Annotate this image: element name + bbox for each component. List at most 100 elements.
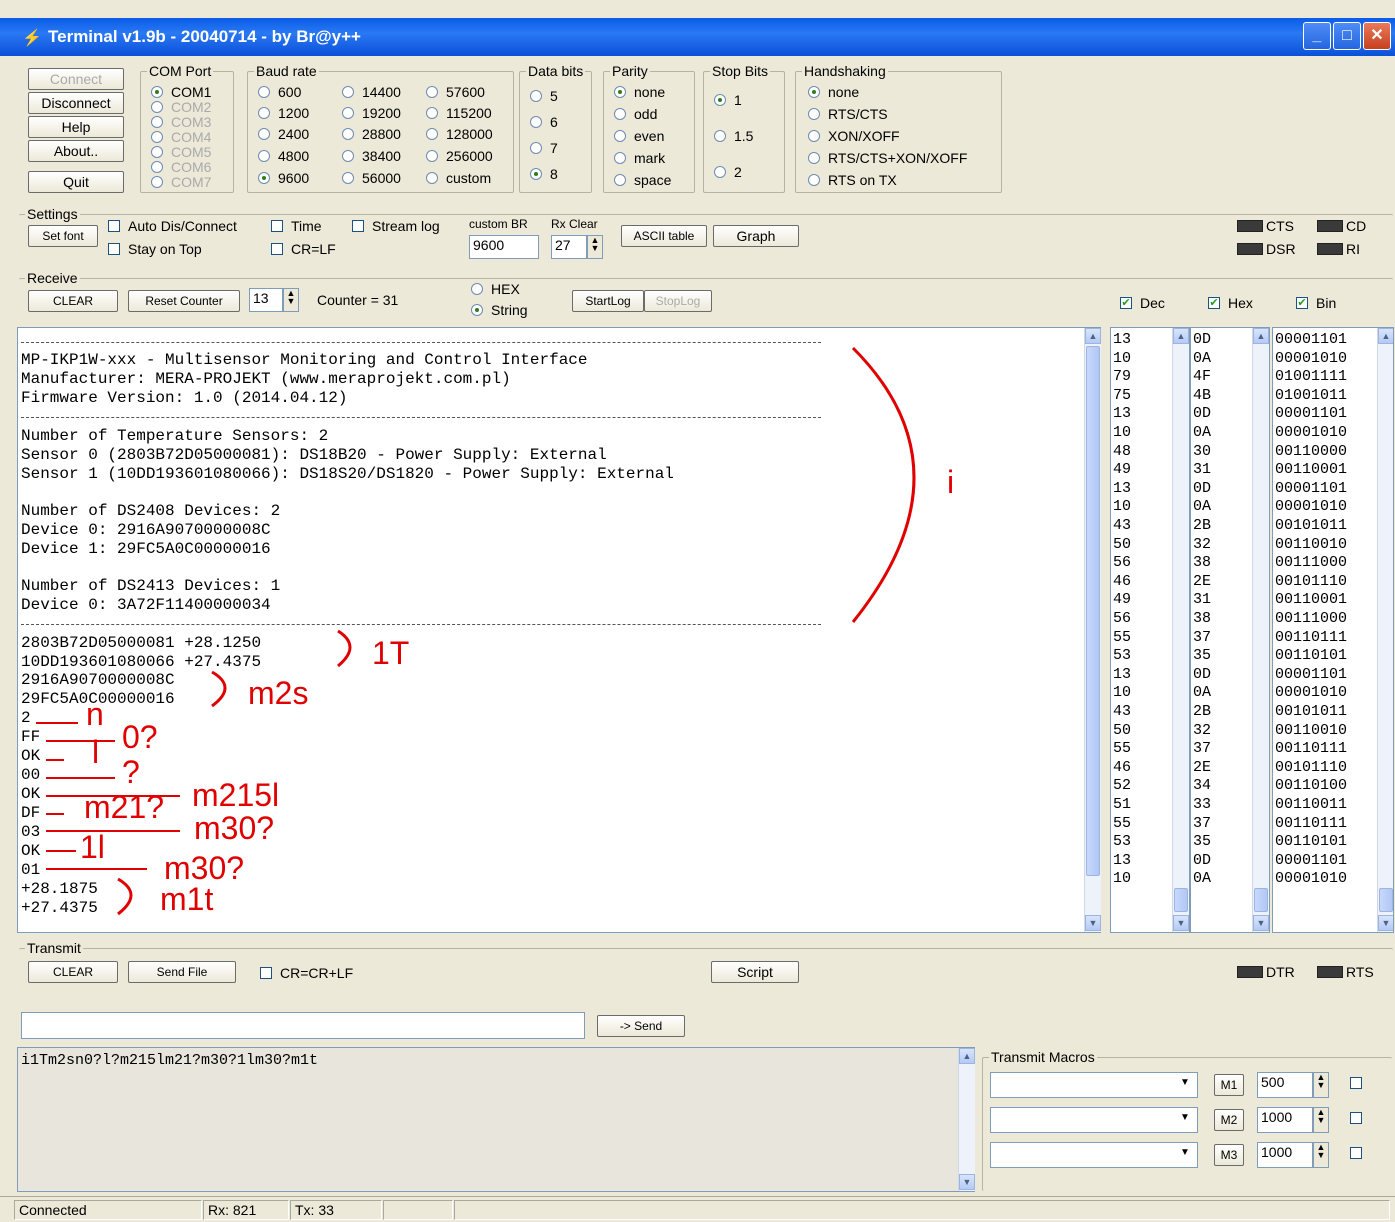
dec-column[interactable]: 13 10 79 75 13 10 48 49 13 10 43 50 56 46 49 56 55 53 13 10… — [1110, 327, 1190, 933]
bin-value: 00110010 — [1275, 721, 1348, 739]
dec-value: 51 — [1113, 796, 1132, 813]
script-button[interactable]: Script — [711, 961, 799, 983]
m2-interval-spinner[interactable]: ▲ ▼ — [1313, 1107, 1329, 1133]
scroll-down-icon[interactable]: ▼ — [1253, 915, 1269, 931]
dec-value: 43 — [1113, 703, 1132, 720]
macro-1-select[interactable] — [990, 1072, 1198, 1098]
annotation-m21q: m21? — [84, 789, 165, 825]
scroll-up-icon[interactable]: ▲ — [1378, 328, 1393, 344]
chevron-down-icon[interactable]: ▼ — [1180, 1112, 1190, 1123]
hex-value: 0A — [1193, 684, 1212, 702]
terminal-window: ⚡ Terminal v1.9b - 20040714 - by Br@y++ … — [0, 0, 1395, 1222]
dec-value: 49 — [1113, 461, 1132, 479]
m1-repeat-checkbox[interactable] — [1350, 1077, 1370, 1089]
hex-value: 0A — [1193, 498, 1212, 516]
bin-value: 00001010 — [1275, 424, 1348, 441]
dec-value: 46 — [1113, 572, 1132, 590]
dec-value: 10 — [1113, 424, 1132, 441]
scroll-thumb[interactable] — [1174, 888, 1188, 912]
bin-value: 00110001 — [1275, 591, 1348, 609]
scroll-thumb[interactable] — [1379, 888, 1393, 912]
hex-value: 0D — [1193, 479, 1212, 497]
dec-value: 43 — [1113, 517, 1132, 534]
annotation-1t: 1T — [372, 635, 410, 671]
scroll-up-icon[interactable]: ▲ — [959, 1048, 975, 1064]
scroll-down-icon[interactable]: ▼ — [1173, 915, 1189, 931]
macro-3-select[interactable] — [990, 1142, 1198, 1168]
m3-interval-input[interactable]: 1000 — [1257, 1142, 1313, 1168]
transmit-history-area[interactable]: i1Tm2sn0?l?m215lm21?m30?1lm30?m1t ▲ ▼ — [17, 1047, 975, 1192]
hex-value: 2E — [1193, 572, 1212, 590]
hex-value: 37 — [1193, 628, 1212, 646]
bin-value: 01001011 — [1275, 386, 1348, 404]
status-bar: Connected Rx: 821 Tx: 33 — [0, 1196, 1395, 1222]
dec-value: 10 — [1113, 498, 1132, 516]
transmit-input[interactable] — [21, 1012, 585, 1039]
send-button[interactable]: -> Send — [597, 1015, 685, 1037]
macro-2-select[interactable] — [990, 1107, 1198, 1133]
bin-column[interactable]: 00001101 00001010 01001111 01001011 00001101… — [1272, 327, 1394, 933]
bin-value: 00101110 — [1275, 758, 1348, 776]
dec-value: 10 — [1113, 684, 1132, 702]
bin-value: 00001101 — [1275, 665, 1348, 683]
connection-status: Connected — [14, 1200, 202, 1220]
m1-interval-spinner[interactable]: ▲ ▼ — [1313, 1072, 1329, 1098]
bin-value: 00001101 — [1275, 479, 1348, 497]
hex-value: 4B — [1193, 386, 1212, 404]
m2-button[interactable]: M2 — [1214, 1109, 1244, 1131]
dtr-led — [1237, 966, 1263, 978]
annotation-m30q-b: m30? — [164, 850, 245, 886]
dec-value: 13 — [1113, 405, 1132, 423]
chevron-down-icon[interactable]: ▼ — [1180, 1147, 1190, 1158]
bin-value: 00110101 — [1275, 833, 1348, 851]
dec-value: 75 — [1113, 386, 1132, 404]
m2-repeat-checkbox[interactable] — [1350, 1112, 1370, 1124]
transmit-scrollbar[interactable]: ▲ ▼ — [958, 1048, 975, 1191]
hex-value: 2E — [1193, 758, 1212, 776]
bin-value: 00001101 — [1275, 851, 1348, 869]
transmit-clear-button[interactable]: CLEAR — [28, 961, 118, 983]
annotation-l: l — [92, 734, 100, 770]
m1-button[interactable]: M1 — [1214, 1074, 1244, 1096]
scroll-thumb[interactable] — [1254, 888, 1268, 912]
bin-value: 00101011 — [1275, 517, 1348, 534]
bin-value: 00001101 — [1275, 331, 1348, 348]
chevron-down-icon[interactable]: ▼ — [1180, 1077, 1190, 1088]
m3-interval-spinner[interactable]: ▲ ▼ — [1313, 1142, 1329, 1168]
scroll-down-icon[interactable]: ▼ — [1378, 915, 1393, 931]
annotation-1l: 1l — [80, 829, 105, 865]
rts-label: RTS — [1346, 964, 1374, 980]
bin-value: 00110111 — [1275, 740, 1348, 758]
transmit-history-text: i1Tm2sn0?l?m215lm21?m30?1lm30?m1t — [21, 1052, 319, 1069]
dec-scrollbar[interactable]: ▲ ▼ — [1172, 328, 1189, 932]
status-panel — [454, 1200, 1390, 1220]
bin-value: 00001010 — [1275, 498, 1348, 516]
hex-column[interactable]: 0D 0A 4F 4B 0D 0A 30 31 0D 0A 2B 32 38 2E 31 38 37 35 0D 0A… — [1190, 327, 1270, 933]
m1-interval-input[interactable]: 500 — [1257, 1072, 1313, 1098]
hex-value: 0A — [1193, 870, 1212, 888]
m3-repeat-checkbox[interactable] — [1350, 1147, 1370, 1159]
scroll-up-icon[interactable]: ▲ — [1173, 328, 1189, 344]
annotation-i: i — [947, 464, 955, 500]
scroll-down-icon[interactable]: ▼ — [959, 1174, 975, 1190]
annotation-m30q-a: m30? — [194, 810, 275, 846]
scroll-up-icon[interactable]: ▲ — [1253, 328, 1269, 344]
brace-1t-mark — [337, 629, 352, 668]
bin-value: 00001010 — [1275, 684, 1348, 702]
hex-value: 32 — [1193, 535, 1212, 553]
dec-value: 50 — [1113, 721, 1132, 739]
dec-value: 10 — [1113, 349, 1132, 367]
annotation-m2s: m2s — [248, 675, 309, 711]
tx-count: Tx: 33 — [290, 1200, 382, 1220]
annotation-0q: 0? — [122, 719, 158, 755]
hex-value: 32 — [1193, 721, 1212, 739]
cr-crlf-checkbox[interactable]: CR=CR+LF — [260, 965, 353, 981]
hex-value: 31 — [1193, 461, 1212, 479]
hex-value: 30 — [1193, 442, 1212, 460]
send-file-button[interactable]: Send File — [128, 961, 236, 983]
m3-button[interactable]: M3 — [1214, 1144, 1244, 1166]
annotation-n: n — [86, 696, 104, 732]
m2-interval-input[interactable]: 1000 — [1257, 1107, 1313, 1133]
hex-scrollbar[interactable]: ▲ ▼ — [1252, 328, 1269, 932]
bin-scrollbar[interactable]: ▲ ▼ — [1377, 328, 1393, 932]
